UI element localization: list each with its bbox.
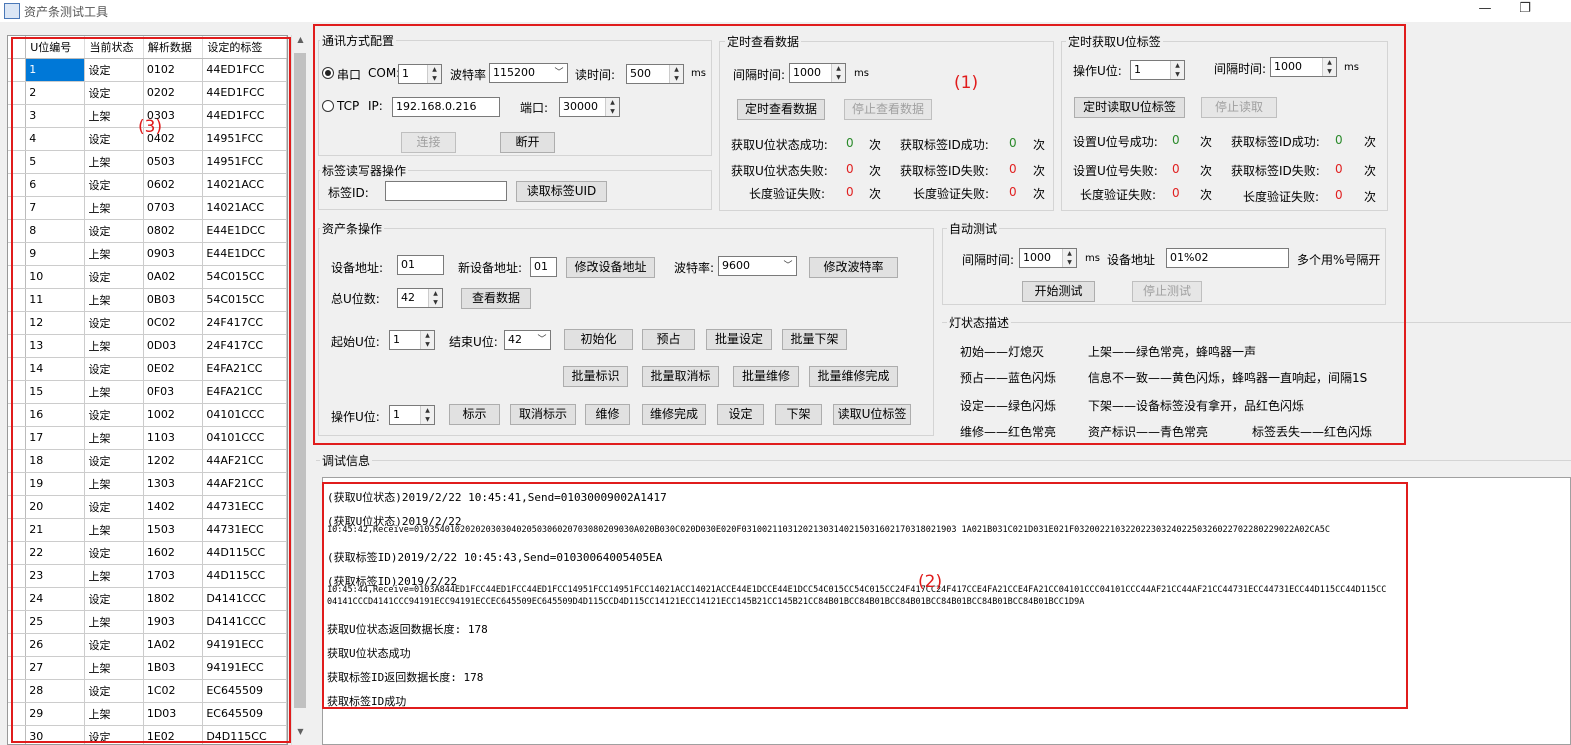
annotation-label-2: (2): [918, 572, 943, 592]
annotation-label-1: (1): [954, 73, 979, 93]
app-icon: [4, 3, 20, 19]
grid-scrollbar[interactable]: ▲ ▼: [291, 35, 308, 745]
maximize-button[interactable]: ❐: [1514, 1, 1536, 19]
annotation-box-3: [11, 37, 291, 743]
scroll-down-icon[interactable]: ▼: [292, 727, 309, 744]
scroll-up-icon[interactable]: ▲: [292, 35, 309, 52]
annotation-label-3: (3): [138, 117, 163, 137]
minimize-button[interactable]: —: [1474, 1, 1496, 19]
debug-divider: [316, 460, 1571, 461]
annotation-box-2: [322, 482, 1408, 709]
title-bar: 资产条测试工具 — ❐: [0, 0, 1571, 22]
debug-title: 调试信息: [320, 452, 373, 469]
annotation-box-1: [313, 24, 1406, 445]
scroll-thumb[interactable]: [294, 53, 306, 708]
window-title: 资产条测试工具: [24, 5, 109, 19]
